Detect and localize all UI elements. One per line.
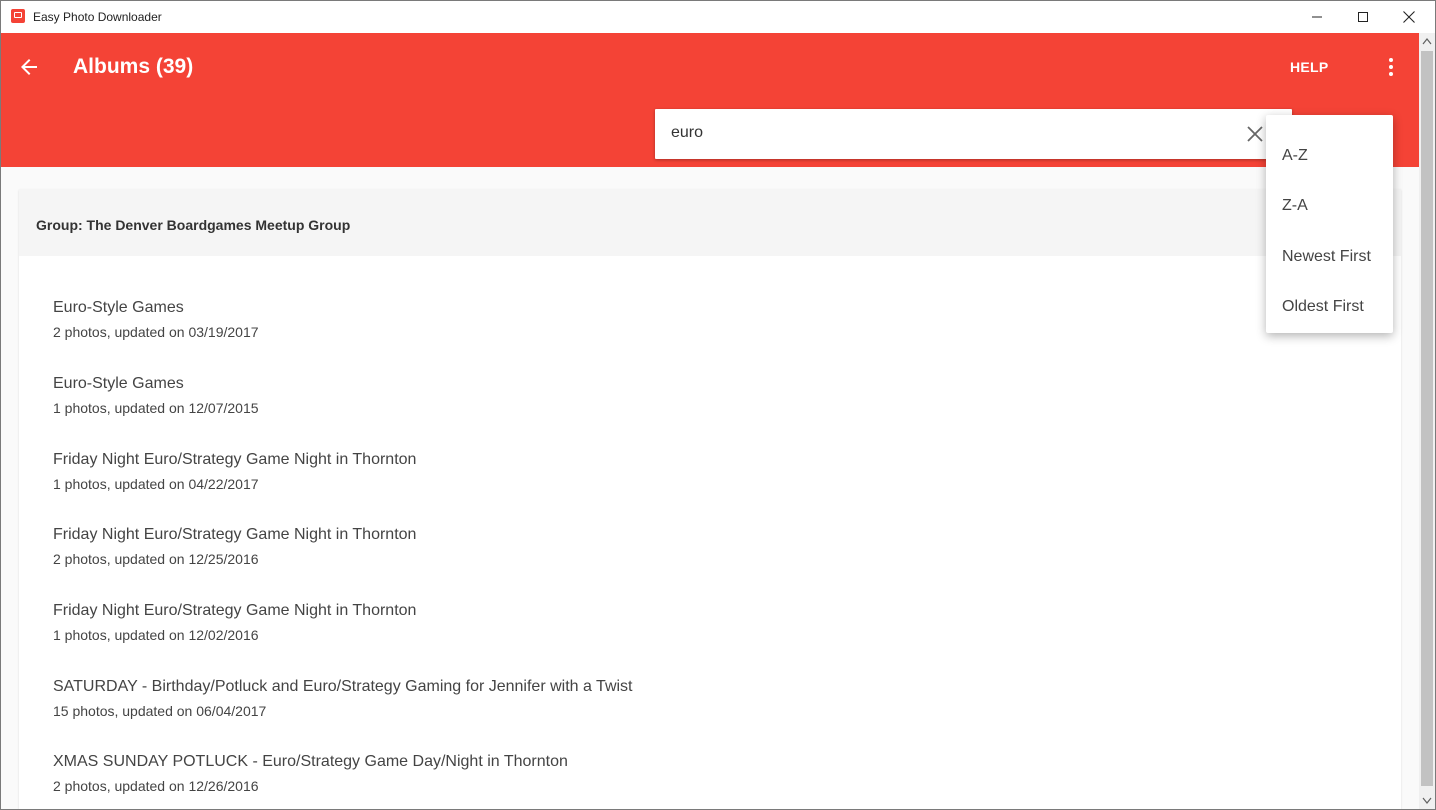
- app-logo-icon: [11, 9, 25, 23]
- close-icon: [1403, 11, 1415, 23]
- menu-item-newest-first[interactable]: Newest First: [1266, 224, 1393, 274]
- maximize-icon: [1358, 12, 1368, 22]
- menu-item-label: Z-A: [1282, 197, 1308, 214]
- album-meta: 2 photos, updated on 12/26/2016: [53, 778, 259, 794]
- app-window: Easy Photo Downloader Albums (39) HELP e…: [0, 0, 1436, 810]
- list-item[interactable]: Euro-Style Games 1 photos, updated on 12…: [53, 375, 1253, 435]
- album-meta: 15 photos, updated on 06/04/2017: [53, 703, 267, 719]
- clear-search-icon[interactable]: [1245, 124, 1265, 144]
- album-name: XMAS SUNDAY POTLUCK - Euro/Strategy Game…: [53, 753, 568, 770]
- page-title: Albums (39): [73, 55, 194, 78]
- menu-item-z-a[interactable]: Z-A: [1266, 173, 1393, 223]
- vertical-scrollbar[interactable]: [1419, 33, 1435, 809]
- scroll-down-arrow-icon[interactable]: [1419, 792, 1435, 809]
- menu-item-a-z[interactable]: A-Z: [1266, 123, 1393, 173]
- window-title: Easy Photo Downloader: [33, 10, 162, 24]
- album-meta: 2 photos, updated on 03/19/2017: [53, 324, 259, 340]
- album-meta: 2 photos, updated on 12/25/2016: [53, 551, 259, 567]
- list-item[interactable]: SATURDAY - Birthday/Potluck and Euro/Str…: [53, 678, 1253, 738]
- minimize-button[interactable]: [1294, 1, 1340, 33]
- list-item[interactable]: Friday Night Euro/Strategy Game Night in…: [53, 526, 1253, 586]
- album-meta: 1 photos, updated on 12/07/2015: [53, 400, 259, 416]
- menu-item-label: Newest First: [1282, 248, 1371, 265]
- album-name: Friday Night Euro/Strategy Game Night in…: [53, 602, 417, 619]
- scroll-up-arrow-icon[interactable]: [1419, 33, 1435, 50]
- scrollbar-thumb[interactable]: [1421, 51, 1433, 786]
- album-name: Friday Night Euro/Strategy Game Night in…: [53, 451, 417, 468]
- list-item[interactable]: Friday Night Euro/Strategy Game Night in…: [53, 451, 1253, 511]
- close-window-button[interactable]: [1386, 1, 1432, 33]
- list-item[interactable]: XMAS SUNDAY POTLUCK - Euro/Strategy Game…: [53, 753, 1253, 809]
- app-bar: Albums (39) HELP: [1, 33, 1419, 167]
- back-arrow-icon[interactable]: [17, 55, 41, 79]
- album-name: SATURDAY - Birthday/Potluck and Euro/Str…: [53, 678, 633, 695]
- search-input[interactable]: [671, 124, 1231, 142]
- help-button[interactable]: HELP: [1290, 59, 1329, 75]
- album-meta: 1 photos, updated on 04/22/2017: [53, 476, 259, 492]
- sort-menu: A-Z Z-A Newest First Oldest First: [1266, 115, 1393, 333]
- group-title: Group: The Denver Boardgames Meetup Grou…: [36, 217, 351, 233]
- album-name: Euro-Style Games: [53, 375, 184, 392]
- album-name: Euro-Style Games: [53, 299, 184, 316]
- album-name: Friday Night Euro/Strategy Game Night in…: [53, 526, 417, 543]
- list-item[interactable]: Friday Night Euro/Strategy Game Night in…: [53, 602, 1253, 662]
- album-card: Group: The Denver Boardgames Meetup Grou…: [19, 189, 1401, 809]
- maximize-button[interactable]: [1340, 1, 1386, 33]
- title-bar: Easy Photo Downloader: [1, 1, 1435, 33]
- menu-item-oldest-first[interactable]: Oldest First: [1266, 274, 1393, 324]
- menu-item-label: Oldest First: [1282, 298, 1364, 315]
- group-header: Group: The Denver Boardgames Meetup Grou…: [19, 189, 1401, 256]
- minimize-icon: [1312, 16, 1322, 18]
- album-meta: 1 photos, updated on 12/02/2016: [53, 627, 259, 643]
- more-vert-icon[interactable]: [1379, 55, 1403, 79]
- list-item[interactable]: Euro-Style Games 2 photos, updated on 03…: [53, 299, 1253, 359]
- search-box: [655, 109, 1292, 159]
- menu-item-label: A-Z: [1282, 147, 1308, 164]
